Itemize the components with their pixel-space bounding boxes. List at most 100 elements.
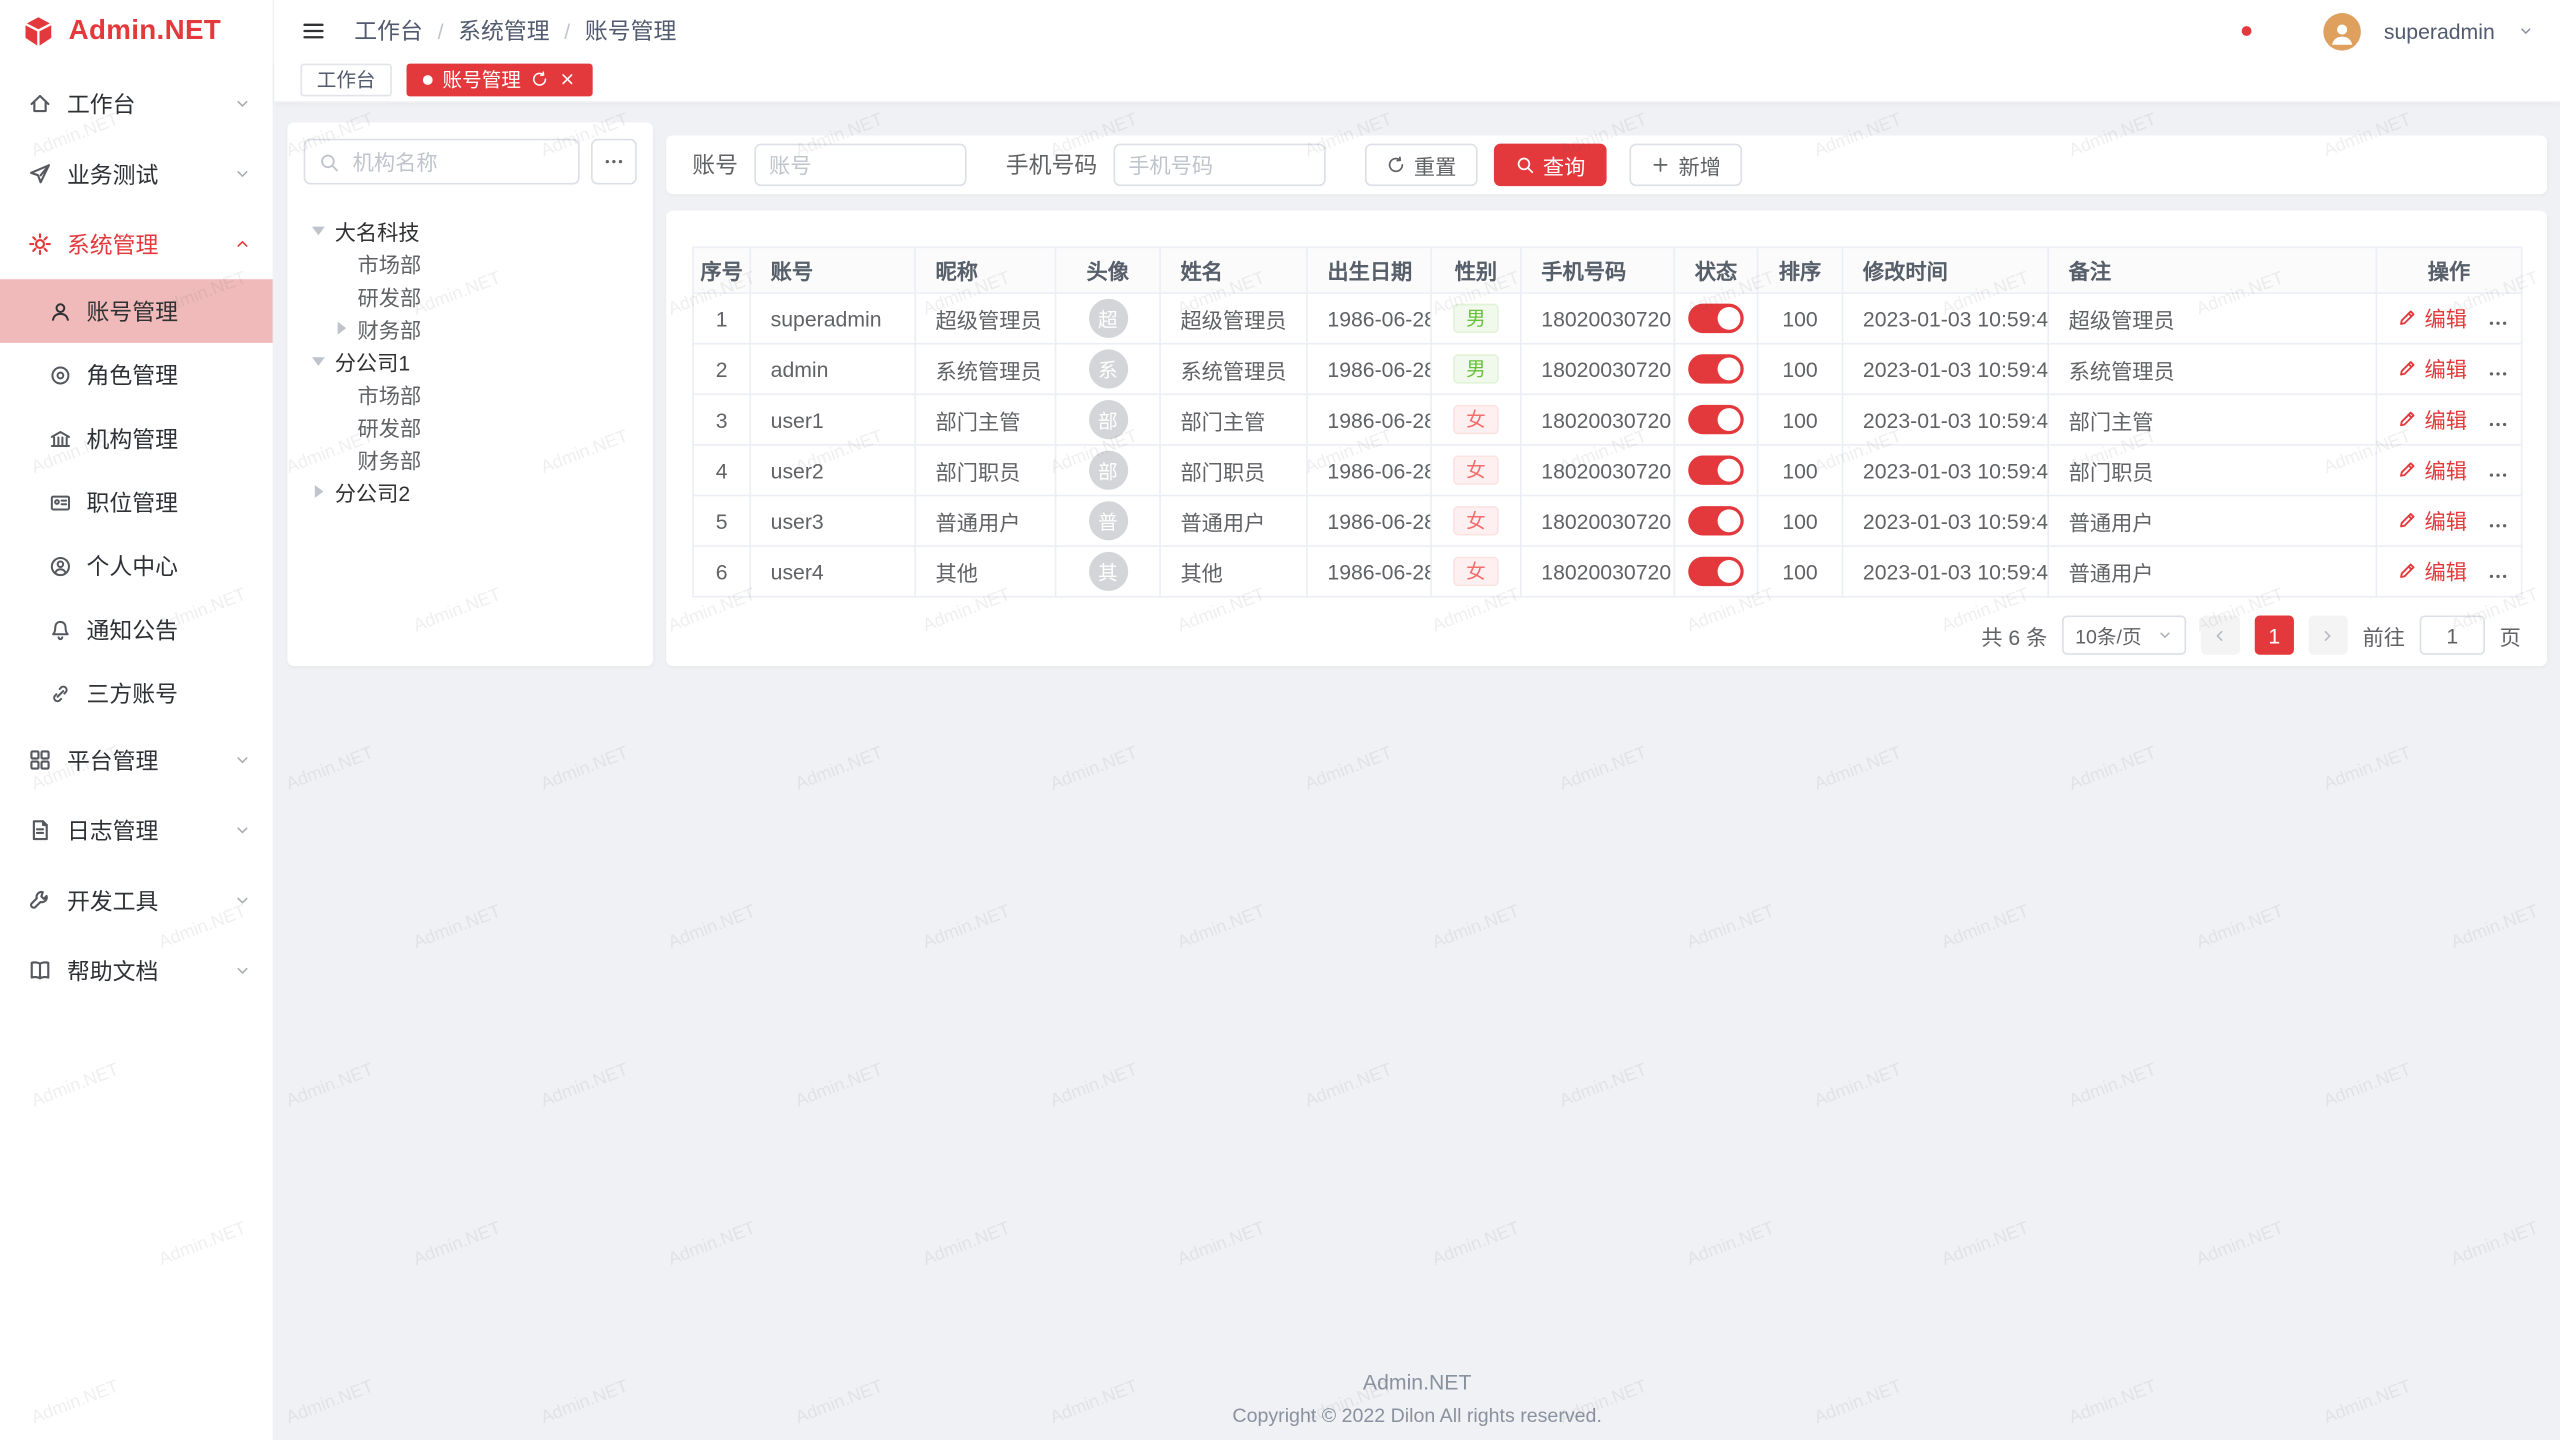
breadcrumb-item[interactable]: 工作台 [354,15,423,48]
tree-node-7[interactable]: 财务部 [304,442,637,475]
tree-node-4[interactable]: 分公司1 [304,344,637,377]
sidebar-subitem-2-0[interactable]: 账号管理 [0,279,273,343]
column-header: 修改时间 [1843,247,2049,293]
tree-node-3[interactable]: 财务部 [304,312,637,345]
sidebar-item-1[interactable]: 业务测试 [0,139,273,209]
column-header: 排序 [1758,247,1843,293]
column-header: 昵称 [915,247,1055,293]
logo[interactable]: Admin.NET [0,0,273,62]
cell-index: 6 [693,546,750,597]
table-row: 5user3普通用户普普通用户1986-06-28女18020030720100… [693,496,2522,547]
more-icon [2487,413,2510,436]
sidebar-item-2[interactable]: 系统管理 [0,209,273,279]
sidebar-item-5[interactable]: 开发工具 [0,865,273,935]
sidebar-subitem-2-2[interactable]: 机构管理 [0,407,273,471]
cell-modified: 2023-01-03 10:59:44 [1843,546,2049,597]
cell-avatar: 其 [1056,546,1160,597]
caret-right-icon[interactable] [330,317,353,340]
business-test-icon [28,162,52,186]
row-more-button[interactable] [2487,362,2510,385]
hamburger-icon[interactable] [300,18,326,44]
row-more-button[interactable] [2487,311,2510,334]
cell-account: user1 [750,394,915,445]
sidebar-subitem-2-5[interactable]: 通知公告 [0,598,273,662]
caret-down-icon[interactable] [307,219,330,242]
edit-button[interactable]: 编辑 [2397,454,2467,485]
tree-more-button[interactable] [591,139,637,185]
tree-node-0[interactable]: 大名科技 [304,214,637,247]
add-button[interactable]: 新增 [1629,144,1742,186]
phone-input[interactable] [1114,144,1326,186]
edit-button[interactable]: 编辑 [2397,404,2467,435]
tree-node-1[interactable]: 市场部 [304,247,637,280]
caret-down-icon[interactable] [307,349,330,372]
status-toggle[interactable] [1688,405,1744,434]
status-toggle[interactable] [1688,456,1744,485]
tree-node-5[interactable]: 市场部 [304,377,637,410]
current-page[interactable]: 1 [2255,616,2294,655]
status-toggle[interactable] [1688,304,1744,333]
row-more-button[interactable] [2487,565,2510,588]
status-toggle[interactable] [1688,506,1744,535]
refresh-icon[interactable] [531,70,549,88]
tree-node-8[interactable]: 分公司2 [304,475,637,508]
sidebar-subitem-2-4[interactable]: 个人中心 [0,534,273,598]
prev-page-button[interactable] [2201,616,2240,655]
edit-label: 编辑 [2425,353,2467,384]
cell-birthdate: 1986-06-28 [1307,546,1431,597]
cell-modified: 2023-01-03 10:59:44 [1843,344,2049,395]
toggle-knob [1718,307,1741,330]
sidebar-item-3[interactable]: 平台管理 [0,725,273,795]
tab-0[interactable]: 工作台 [300,63,391,96]
reset-button[interactable]: 重置 [1365,144,1478,186]
edit-button[interactable]: 编辑 [2397,505,2467,536]
cell-actions: 编辑 [2376,445,2521,496]
sidebar-item-0[interactable]: 工作台 [0,69,273,139]
status-toggle[interactable] [1688,557,1744,586]
breadcrumb-item[interactable]: 账号管理 [585,15,676,48]
next-page-button[interactable] [2309,616,2348,655]
breadcrumb-item[interactable]: 系统管理 [458,15,549,48]
row-more-button[interactable] [2487,463,2510,486]
avatar[interactable] [2323,12,2361,50]
caret-right-icon[interactable] [307,480,330,503]
edit-icon [2397,358,2418,379]
tree-caret-spacer [330,447,353,470]
tree-node-label: 大名科技 [335,215,420,246]
tree-node-2[interactable]: 研发部 [304,279,637,312]
sidebar-item-4[interactable]: 日志管理 [0,795,273,865]
username[interactable]: superadmin [2384,19,2495,43]
row-more-button[interactable] [2487,413,2510,436]
edit-icon [2397,560,2418,581]
sidebar-subitem-2-6[interactable]: 三方账号 [0,661,273,725]
edit-button[interactable]: 编辑 [2397,353,2467,384]
edit-button[interactable]: 编辑 [2397,302,2467,333]
tab-1[interactable]: 账号管理 [407,63,593,96]
sidebar-item-label: 业务测试 [67,158,158,191]
sidebar-subitem-2-1[interactable]: 角色管理 [0,343,273,407]
edit-button[interactable]: 编辑 [2397,555,2467,586]
cell-avatar: 部 [1056,445,1160,496]
search-button[interactable]: 查询 [1494,144,1607,186]
status-toggle[interactable] [1688,354,1744,383]
search-icon [1515,155,1535,175]
sidebar-subitem-2-3[interactable]: 职位管理 [0,470,273,534]
gender-badge: 女 [1453,405,1499,434]
page-size-select[interactable]: 10条/页 [2062,616,2186,655]
cell-name: 系统管理员 [1160,344,1307,395]
cell-name: 部门主管 [1160,394,1307,445]
footer-title: Admin.NET [274,1370,2560,1394]
sidebar-subitem-label: 个人中心 [87,549,178,582]
more-icon [2487,514,2510,537]
sidebar-item-6[interactable]: 帮助文档 [0,936,273,1006]
chevron-down-icon[interactable] [2518,23,2534,39]
close-icon[interactable] [558,70,576,88]
footer-copyright: Copyright © 2022 Dilon All rights reserv… [274,1404,2560,1427]
phone-label: 手机号码 [1006,149,1097,182]
org-search-input[interactable] [349,148,565,176]
row-more-button[interactable] [2487,514,2510,537]
tree-node-label: 分公司1 [335,345,410,376]
account-input[interactable] [754,144,966,186]
goto-page-input[interactable] [2420,616,2485,655]
tree-node-6[interactable]: 研发部 [304,410,637,443]
